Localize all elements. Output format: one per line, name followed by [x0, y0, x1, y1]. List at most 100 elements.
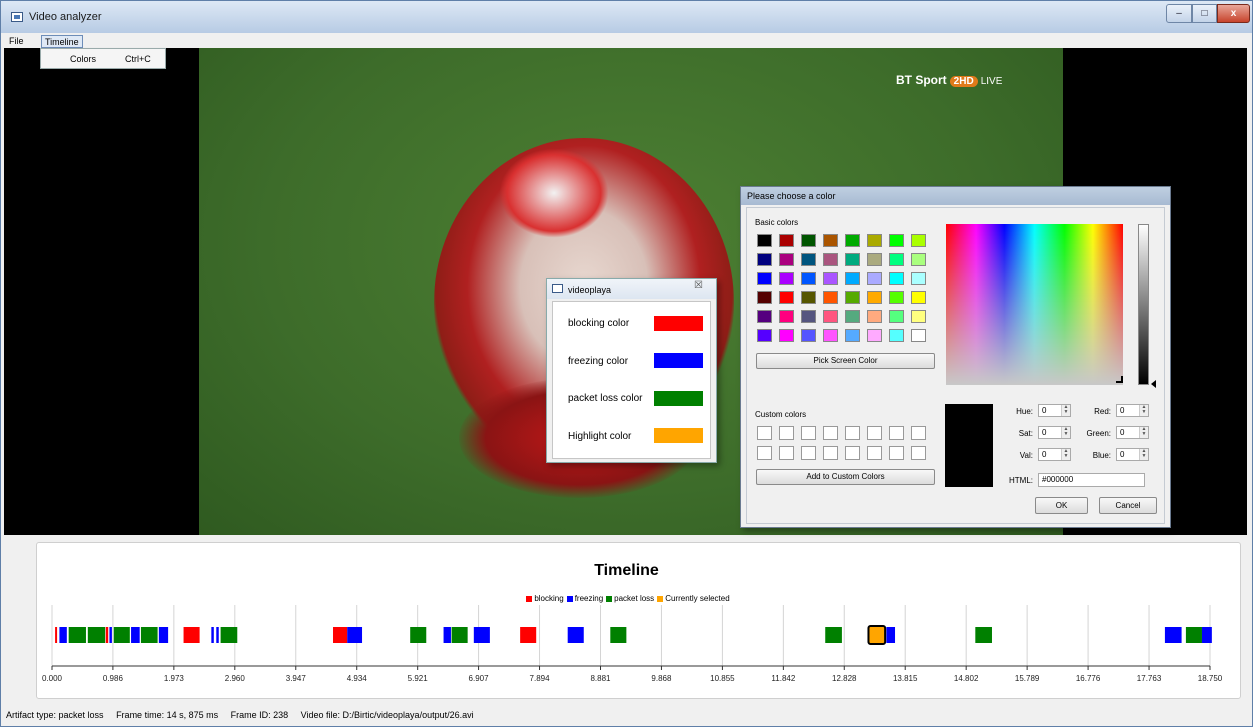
menu-item-colors[interactable]: Colors	[70, 54, 96, 64]
timeline-event-blocking[interactable]	[55, 627, 58, 643]
timeline-event-packet-loss[interactable]	[68, 627, 86, 643]
basic-color-swatch[interactable]	[779, 310, 794, 323]
custom-color-swatch[interactable]	[867, 446, 882, 460]
freezing-color-swatch[interactable]	[654, 353, 703, 368]
basic-color-swatch[interactable]	[845, 329, 860, 342]
timeline-event-freezing[interactable]	[216, 627, 219, 643]
basic-color-swatch[interactable]	[867, 329, 882, 342]
custom-color-swatch[interactable]	[911, 426, 926, 440]
basic-color-swatch[interactable]	[911, 253, 926, 266]
basic-color-swatch[interactable]	[911, 329, 926, 342]
timeline-event-freezing[interactable]	[347, 627, 363, 643]
basic-color-swatch[interactable]	[867, 291, 882, 304]
basic-color-swatch[interactable]	[845, 272, 860, 285]
timeline-event-freezing[interactable]	[473, 627, 490, 643]
minimize-button[interactable]: –	[1166, 4, 1192, 23]
add-custom-colors-button[interactable]: Add to Custom Colors	[756, 469, 935, 485]
basic-color-swatch[interactable]	[889, 310, 904, 323]
val-spinbox[interactable]: 0 ▲ ▼	[1038, 448, 1071, 461]
custom-color-swatch[interactable]	[911, 446, 926, 460]
basic-color-swatch[interactable]	[801, 272, 816, 285]
basic-color-swatch[interactable]	[779, 329, 794, 342]
red-spinbox[interactable]: 0 ▲ ▼	[1116, 404, 1149, 417]
basic-color-swatch[interactable]	[779, 234, 794, 247]
basic-color-swatch[interactable]	[757, 272, 772, 285]
timeline-chart[interactable]: 0.000 0.986 1.973 2.960 3.947 4.934 5.921 6.907…	[0, 605, 1253, 687]
basic-color-swatch[interactable]	[823, 234, 838, 247]
basic-color-swatch[interactable]	[757, 253, 772, 266]
basic-color-swatch[interactable]	[889, 329, 904, 342]
close-button[interactable]: x	[1217, 4, 1250, 23]
custom-color-swatch[interactable]	[845, 446, 860, 460]
html-color-input[interactable]: #000000	[1038, 473, 1145, 487]
custom-color-swatch[interactable]	[779, 446, 794, 460]
timeline-event-packet-loss[interactable]	[1185, 627, 1202, 643]
custom-color-swatch[interactable]	[823, 426, 838, 440]
timeline-event-packet-loss[interactable]	[220, 627, 238, 643]
basic-color-swatch[interactable]	[889, 234, 904, 247]
menu-file[interactable]: File	[6, 35, 27, 48]
basic-color-swatch[interactable]	[801, 291, 816, 304]
basic-color-swatch[interactable]	[911, 234, 926, 247]
basic-color-swatch[interactable]	[823, 291, 838, 304]
basic-color-swatch[interactable]	[911, 291, 926, 304]
timeline-event-freezing[interactable]	[158, 627, 169, 643]
basic-color-swatch[interactable]	[757, 329, 772, 342]
basic-color-swatch[interactable]	[845, 253, 860, 266]
basic-color-swatch[interactable]	[823, 310, 838, 323]
color-spectrum[interactable]	[946, 224, 1123, 385]
timeline-event-freezing[interactable]	[59, 627, 67, 643]
timeline-event-freezing[interactable]	[1164, 627, 1182, 643]
spin-arrows-icon[interactable]: ▲ ▼	[1061, 449, 1070, 460]
pick-screen-color-button[interactable]: Pick Screen Color	[756, 353, 935, 369]
basic-color-swatch[interactable]	[845, 310, 860, 323]
blue-spinbox[interactable]: 0 ▲ ▼	[1116, 448, 1149, 461]
cancel-button[interactable]: Cancel	[1099, 497, 1157, 514]
menu-timeline[interactable]: Timeline	[41, 35, 83, 48]
basic-color-swatch[interactable]	[801, 310, 816, 323]
custom-color-swatch[interactable]	[801, 426, 816, 440]
timeline-event-freezing[interactable]	[109, 627, 112, 643]
timeline-event-blocking[interactable]	[520, 627, 537, 643]
spin-arrows-icon[interactable]: ▲ ▼	[1139, 427, 1148, 438]
packet-loss-color-swatch[interactable]	[654, 391, 703, 406]
hue-spinbox[interactable]: 0 ▲ ▼	[1038, 404, 1071, 417]
custom-color-swatch[interactable]	[757, 446, 772, 460]
timeline-event-packet-loss[interactable]	[410, 627, 427, 643]
blocking-color-swatch[interactable]	[654, 316, 703, 331]
basic-color-swatch[interactable]	[867, 234, 882, 247]
timeline-event-freezing[interactable]	[443, 627, 451, 643]
basic-color-swatch[interactable]	[845, 234, 860, 247]
basic-color-swatch[interactable]	[801, 329, 816, 342]
timeline-event-freezing[interactable]	[211, 627, 214, 643]
custom-color-swatch[interactable]	[889, 426, 904, 440]
basic-color-swatch[interactable]	[823, 272, 838, 285]
basic-color-swatch[interactable]	[779, 272, 794, 285]
timeline-event-packet-loss[interactable]	[610, 627, 627, 643]
luminance-arrow-icon[interactable]	[1151, 380, 1156, 388]
timeline-event-blocking[interactable]	[333, 627, 348, 643]
color-dialog-title-bar[interactable]: Please choose a color	[741, 187, 1170, 205]
spin-arrows-icon[interactable]: ▲ ▼	[1139, 405, 1148, 416]
spin-arrows-icon[interactable]: ▲ ▼	[1139, 449, 1148, 460]
basic-color-swatch[interactable]	[889, 291, 904, 304]
basic-color-swatch[interactable]	[867, 272, 882, 285]
basic-color-swatch[interactable]	[779, 291, 794, 304]
custom-color-swatch[interactable]	[757, 426, 772, 440]
sat-spinbox[interactable]: 0 ▲ ▼	[1038, 426, 1071, 439]
luminance-slider[interactable]	[1138, 224, 1149, 385]
basic-color-swatch[interactable]	[845, 291, 860, 304]
timeline-event-blocking[interactable]	[183, 627, 200, 643]
close-icon[interactable]: ☒	[685, 280, 712, 296]
basic-color-swatch[interactable]	[757, 234, 772, 247]
basic-color-swatch[interactable]	[757, 291, 772, 304]
basic-color-swatch[interactable]	[823, 253, 838, 266]
maximize-button[interactable]: □	[1192, 4, 1217, 23]
basic-color-swatch[interactable]	[801, 234, 816, 247]
spin-arrows-icon[interactable]: ▲ ▼	[1061, 405, 1070, 416]
basic-color-swatch[interactable]	[911, 310, 926, 323]
timeline-event-packet-loss[interactable]	[451, 627, 468, 643]
basic-color-swatch[interactable]	[801, 253, 816, 266]
basic-color-swatch[interactable]	[889, 253, 904, 266]
timeline-event-freezing[interactable]	[567, 627, 584, 643]
